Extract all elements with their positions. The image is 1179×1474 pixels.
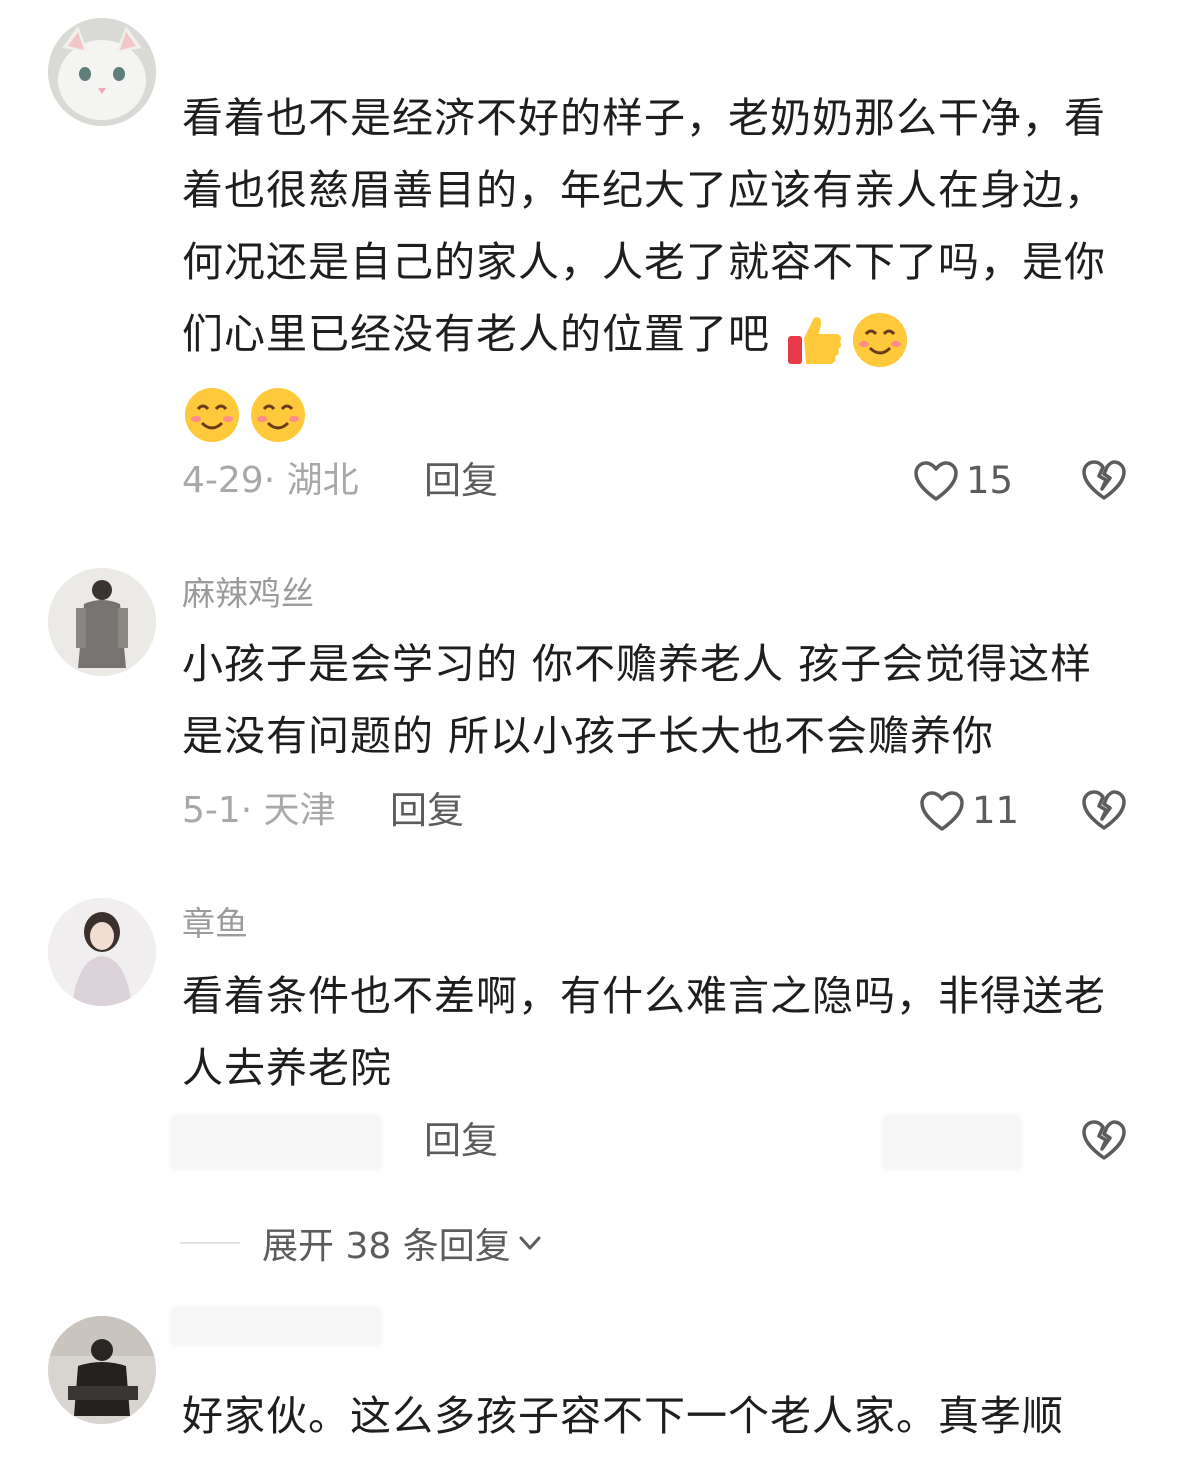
avatar[interactable] xyxy=(48,898,156,1006)
smile-emoji-icon xyxy=(850,310,910,370)
avatar[interactable] xyxy=(48,568,156,676)
smile-emoji-icon xyxy=(182,385,242,445)
dislike-button[interactable] xyxy=(1080,1116,1128,1164)
like-count: 15 xyxy=(966,459,1014,502)
comment-text: 小孩子是会学习的 你不赡养老人 孩子会觉得这样是没有问题的 所以小孩子长大也不会… xyxy=(182,640,1093,760)
broken-heart-icon xyxy=(1082,790,1126,830)
expand-replies-label[interactable]: 展开 38 条回复 xyxy=(262,1217,511,1269)
person-avatar-image xyxy=(48,1316,156,1424)
chevron-down-icon xyxy=(519,1236,541,1250)
divider xyxy=(180,1242,240,1244)
obscured-area xyxy=(170,1306,382,1346)
emoji-group xyxy=(784,301,916,373)
reply-button[interactable]: 回复 xyxy=(424,1116,498,1166)
person-avatar-image xyxy=(48,568,156,676)
obscured-area xyxy=(170,1114,382,1170)
like-button[interactable]: 15 xyxy=(912,456,1013,506)
comment-text: 好家伙。这么多孩子容不下一个老人家。真孝顺 xyxy=(182,1392,1064,1440)
expand-replies[interactable]: 展开 38 条回复 xyxy=(180,1218,545,1268)
cat-avatar-image xyxy=(48,18,156,126)
thumbs-up-icon xyxy=(784,310,844,370)
broken-heart-icon xyxy=(1082,460,1126,500)
username[interactable]: 麻辣鸡丝 xyxy=(182,574,314,614)
smile-emoji-icon xyxy=(248,385,308,445)
reply-button[interactable]: 回复 xyxy=(424,456,498,506)
reply-button[interactable]: 回复 xyxy=(390,786,464,836)
heart-icon xyxy=(914,461,958,501)
person-avatar-image xyxy=(48,898,156,1006)
comment-text: 看着也不是经济不好的样子，老奶奶那么干净，看着也很慈眉善目的，年纪大了应该有亲人… xyxy=(182,82,1132,448)
emoji-group xyxy=(182,376,314,448)
like-count: 11 xyxy=(972,789,1020,832)
dislike-button[interactable] xyxy=(1080,786,1128,834)
comment-text: 看着条件也不差啊，有什么难言之隐吗，非得送老人去养老院 xyxy=(182,972,1106,1092)
heart-icon xyxy=(920,791,964,831)
comment-meta: 5-1· 天津 xyxy=(182,790,336,831)
comment-meta: 4-29· 湖北 xyxy=(182,460,359,501)
broken-heart-icon xyxy=(1082,1120,1126,1160)
dislike-button[interactable] xyxy=(1080,456,1128,504)
obscured-area xyxy=(882,1114,1022,1170)
username[interactable]: 章鱼 xyxy=(182,904,248,944)
comment-text-content: 看着也不是经济不好的样子，老奶奶那么干净，看着也很慈眉善目的，年纪大了应该有亲人… xyxy=(182,94,1106,358)
avatar[interactable] xyxy=(48,1316,156,1424)
avatar[interactable] xyxy=(48,18,156,126)
like-button[interactable]: 11 xyxy=(918,786,1019,836)
